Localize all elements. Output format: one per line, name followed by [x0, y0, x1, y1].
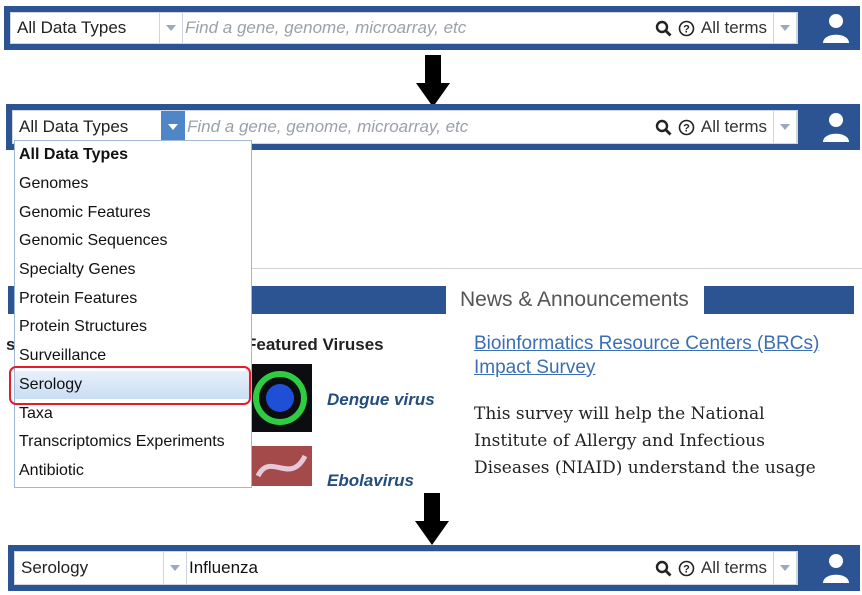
dropdown-option[interactable]: Protein Structures	[15, 313, 251, 342]
dropdown-option[interactable]: Antibiotic	[15, 457, 251, 486]
news-heading: News & Announcements	[460, 288, 689, 311]
dropdown-option[interactable]: Protein Features	[15, 284, 251, 313]
search-box: Serology Influenza ? All terms	[14, 551, 798, 585]
section-header-band	[704, 286, 854, 314]
virus-link-ebola[interactable]: Ebolavirus	[327, 471, 414, 491]
dengue-image[interactable]	[250, 364, 312, 432]
search-options: ? All terms	[655, 111, 767, 143]
search-input[interactable]: Find a gene, genome, microarray, etc	[187, 111, 627, 143]
svg-text:?: ?	[683, 563, 690, 575]
dropdown-option[interactable]: Specialty Genes	[15, 256, 251, 285]
virus-link-dengue[interactable]: Dengue virus	[327, 390, 435, 410]
data-type-select[interactable]: Serology	[15, 552, 169, 584]
search-icon[interactable]	[655, 560, 672, 577]
dropdown-option[interactable]: All Data Types	[15, 141, 251, 170]
help-icon[interactable]: ?	[678, 119, 695, 136]
search-box: All Data Types Find a gene, genome, micr…	[12, 110, 798, 144]
dropdown-option[interactable]: Genomic Sequences	[15, 227, 251, 256]
dropdown-option[interactable]: Genomes	[15, 170, 251, 199]
news-link-line[interactable]: Bioinformatics Resource Centers (BRCs)	[474, 332, 819, 356]
news-link[interactable]: Bioinformatics Resource Centers (BRCs) I…	[474, 332, 819, 380]
search-input[interactable]: Influenza	[189, 552, 627, 584]
news-body: This survey will help the National Insti…	[474, 401, 816, 482]
data-type-dropdown-toggle[interactable]	[163, 552, 187, 584]
dropdown-option[interactable]: Transcriptomics Experiments	[15, 428, 251, 457]
terms-select[interactable]: All terms	[701, 558, 767, 578]
terms-dropdown-toggle[interactable]	[773, 552, 797, 584]
data-type-dropdown-menu: All Data Types Genomes Genomic Features …	[14, 140, 252, 488]
news-body-line: Institute of Allergy and Infectious	[474, 431, 765, 451]
search-icon[interactable]	[655, 119, 672, 136]
selection-highlight-box	[9, 366, 251, 405]
down-arrow-icon	[415, 493, 449, 545]
svg-text:?: ?	[683, 122, 690, 134]
chevron-down-icon	[168, 124, 178, 130]
user-icon	[823, 554, 849, 583]
chevron-down-icon	[170, 565, 180, 571]
divider	[244, 268, 862, 269]
chevron-down-icon	[780, 565, 790, 571]
ebola-image[interactable]	[250, 446, 312, 486]
featured-viruses-heading: Featured Viruses	[246, 335, 384, 354]
user-account-button[interactable]	[812, 104, 860, 150]
news-body-line: This survey will help the National	[474, 404, 765, 424]
help-icon[interactable]: ?	[678, 560, 695, 577]
dropdown-option[interactable]: Genomic Features	[15, 198, 251, 227]
chevron-down-icon	[780, 124, 790, 130]
user-icon	[823, 113, 849, 142]
data-type-select[interactable]: All Data Types	[13, 111, 167, 143]
data-type-dropdown-toggle[interactable]	[161, 111, 185, 143]
search-toolbar-bottom: Serology Influenza ? All terms	[8, 545, 860, 591]
terms-select[interactable]: All terms	[701, 117, 767, 137]
terms-dropdown-toggle[interactable]	[773, 111, 797, 143]
news-body-line: Diseases (NIAID) understand the usage	[474, 458, 816, 478]
news-link-line[interactable]: Impact Survey	[474, 356, 819, 380]
search-options: ? All terms	[655, 552, 767, 584]
user-account-button[interactable]	[812, 545, 860, 591]
